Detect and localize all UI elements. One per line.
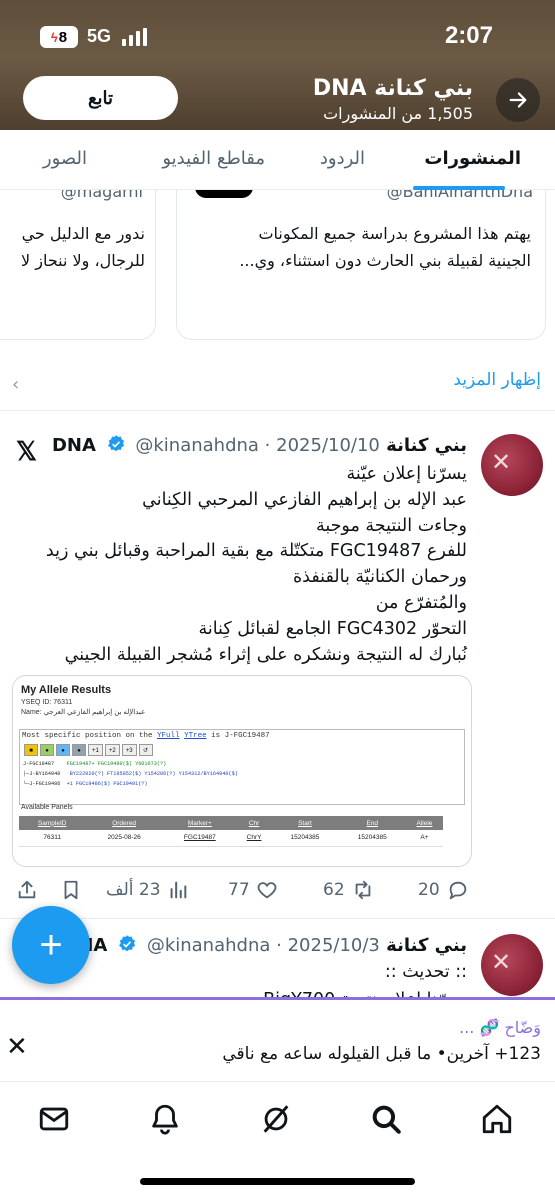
space-title: 123+ آخرين• ما قبل القيلوله ساعه مع ناقي [222,1044,541,1064]
battery-indicator: ϟ8 [40,26,78,48]
verified-badge-icon [118,935,136,952]
like-button[interactable]: 77 [228,879,278,901]
tweet-date[interactable]: 2025/10/10 [276,435,380,456]
author-handle[interactable]: @kinanahdna [135,435,259,456]
table-row: 76311 2025-08-26 FGC19487 ChrY 15204385 … [19,830,443,847]
col-header[interactable]: Ordered [85,816,163,830]
avatar[interactable]: ✕ [481,434,543,496]
profile-name: بني كنانة DNA [312,76,473,101]
retweet-icon [355,880,370,900]
tree-row: ├─J-BY164940 BY222020(?) FT195052($) Y15… [23,771,238,777]
tree-row: └─J-FGC19486 +1 FGC19486($) FGC19491(?) [23,781,148,787]
bookmark-button[interactable] [60,879,82,901]
card-bio: يهتم هذا المشروع بدراسة جميع المكونات ال… [239,224,531,270]
status-time: 2:07 [444,22,493,49]
col-header[interactable]: End [338,816,406,830]
verified-badge-icon [107,435,124,452]
reset-button[interactable]: ↺ [138,744,153,756]
spaces-bar[interactable]: ✕ وَضّاح 🧬 ... 123+ آخرين• ما قبل القيلو… [0,997,555,1081]
notifications-icon[interactable] [148,1102,182,1136]
tab-videos[interactable]: مقاطع الفيديو [162,148,265,169]
tree-icon-1[interactable]: ■ [24,744,38,756]
tweet-header: بني كنانة DNA @kinanahdna · 2025/10/3 [63,934,467,956]
back-button[interactable] [496,78,540,122]
chevron-left-icon: ‹ [12,374,20,395]
retweet-button[interactable]: 62 [323,879,375,901]
divider [0,410,555,411]
col-header[interactable]: Start [271,816,339,830]
share-icon [18,880,36,899]
tree-icon-3[interactable]: ● [56,744,70,756]
suggested-account-card[interactable]: @BaniAlharithDna يهتم هذا المشروع بدراسة… [176,190,546,340]
retweets-count: 62 [323,880,345,900]
col-header[interactable]: SampleID [19,816,86,830]
sample-name: Name: عبدالإله بن إبراهيم الفازعي العرجي [21,709,146,716]
expand-3-button[interactable]: +3 [121,744,137,756]
close-icon[interactable]: ✕ [6,1032,28,1062]
share-button[interactable] [16,879,38,901]
compose-button[interactable]: + [12,906,90,984]
card-follow-button[interactable] [195,190,253,198]
author-handle[interactable]: @kinanahdna [147,935,271,956]
tweet-date[interactable]: 2025/10/3 [288,935,380,956]
messages-icon[interactable] [37,1102,71,1136]
col-header[interactable]: Marker+ [162,816,237,830]
reply-icon [449,881,466,900]
tree-icon-4[interactable]: ● [72,744,86,756]
tree-panel: Most specific position on the YFull YTre… [19,729,465,805]
tweet-text: يسرّنا إعلان عيّنة عبد الإله بن إبراهيم … [45,464,467,665]
expand-2-button[interactable]: +2 [104,744,120,756]
views-count: 23 ألف [106,880,161,900]
replies-count: 20 [418,880,440,900]
home-icon[interactable] [480,1102,514,1136]
follow-button[interactable]: تابع [23,76,178,120]
network-type: 5G [87,26,112,46]
available-panels-label: Available Panels [21,804,73,811]
signal-icon [122,28,150,46]
tweet-media-image[interactable]: My Allele Results YSEQ ID: 76311 Name: ع… [12,675,472,867]
analytics-icon [170,881,186,899]
avatar[interactable]: ✕ [481,934,543,996]
profile-tabs: المنشورات الردود مقاطع الفيديو الصور [0,130,555,190]
heart-icon [257,882,277,899]
results-title: My Allele Results [21,684,112,696]
show-more-link[interactable]: إظهار المزيد [453,370,541,390]
yseq-id: YSEQ ID: 76311 [21,699,73,706]
tab-photos[interactable]: الصور [43,148,87,169]
expand-1-button[interactable]: +1 [88,744,103,756]
card-handle: @BaniAlharithDna [386,190,533,201]
suggested-account-card[interactable]: @magarni ندور مع الدليل حي للرجال، ولا ن… [0,190,156,340]
tree-header: Most specific position on the YFull YTre… [22,732,270,740]
allele-table: SampleID Ordered Marker+ Chr Start End A… [19,816,443,847]
reply-button[interactable]: 20 [418,879,470,901]
home-indicator [140,1178,415,1185]
arrow-right-icon [509,92,527,108]
tab-posts[interactable]: المنشورات [424,148,521,169]
grok-icon[interactable] [259,1102,293,1136]
col-header[interactable]: Chr [236,816,272,830]
tree-buttons: ■ ● ● ● +1 +2 +3 ↺ [24,744,153,756]
divider [0,918,555,919]
tweet-text: :: تحديث :: [384,962,467,982]
col-header[interactable]: Allele [405,816,443,830]
card-handle: @magarni [60,190,143,201]
likes-count: 77 [228,880,250,900]
tree-icon-2[interactable]: ● [40,744,54,756]
card-bio: ندور مع الدليل حي للرجال، ولا ننحاز لا [21,224,145,270]
posts-count: 1,505 من المنشورات [323,104,473,123]
views-button[interactable]: 23 ألف [106,879,189,901]
bookmark-icon [64,880,78,900]
search-icon[interactable] [369,1102,403,1136]
tree-row: J-FGC19487 FGC19487+ FGC19490($) Y601073… [23,761,167,767]
tweet-header: بني كنانة DNA @kinanahdna · 2025/10/10 [51,435,467,456]
tab-replies[interactable]: الردود [320,148,365,169]
space-host: وَضّاح 🧬 ... [459,1018,541,1037]
